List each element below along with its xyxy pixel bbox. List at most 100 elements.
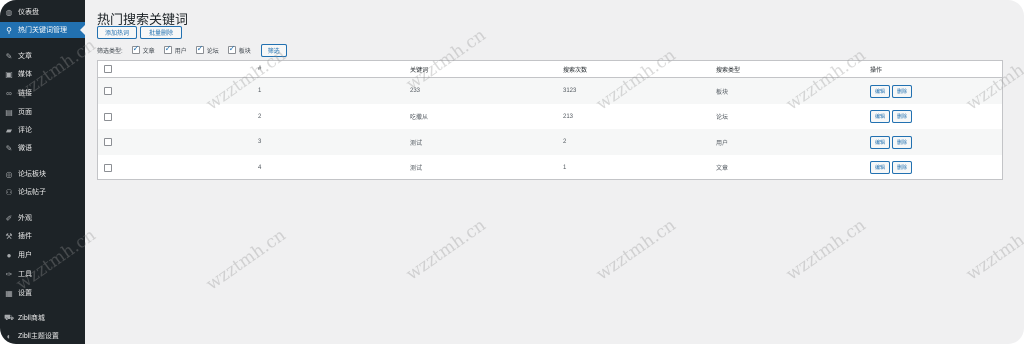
- sidebar-item-label: 媒体: [18, 71, 32, 78]
- sidebar-item-label: 论坛帖子: [18, 189, 46, 196]
- sidebar-item-label: 插件: [18, 233, 32, 240]
- sidebar-item-label: 设置: [18, 290, 32, 297]
- sidebar-item-label: 链接: [18, 90, 32, 97]
- table-row: 4 测试 1 文章 编辑 删除: [98, 155, 1002, 180]
- checkbox[interactable]: [131, 44, 140, 54]
- cart-icon: ⛟: [4, 313, 15, 322]
- filter-label: 筛选类型:: [97, 48, 123, 55]
- table-row: 2 吃撒从 213 论坛 编辑 删除: [98, 104, 1002, 129]
- search-icon: ⚲: [6, 25, 12, 35]
- delete-button[interactable]: 删除: [892, 110, 913, 123]
- cell-type: 文章: [716, 166, 729, 172]
- cell-keyword: 吃撒从: [410, 115, 429, 121]
- column-header-keyword: 关键词: [410, 67, 429, 74]
- sidebar-item-label: 热门关键词管理: [18, 27, 67, 34]
- select-all-checkbox[interactable]: [104, 65, 112, 73]
- filter-option-label: 板块: [238, 48, 251, 55]
- sidebar-item[interactable]: ▤ 页面: [0, 104, 85, 120]
- filter-option-article[interactable]: 文章: [131, 44, 155, 55]
- edit-button[interactable]: 编辑: [870, 161, 891, 174]
- sidebar-item-label: Zibll主题设置: [18, 333, 59, 340]
- row-checkbox-cell: [104, 155, 112, 180]
- filter-option-board[interactable]: 板块: [227, 44, 251, 55]
- sidebar-item[interactable]: ◍ 仪表盘: [0, 4, 85, 20]
- cell-actions: 编辑 删除: [870, 129, 914, 155]
- cell-type: 论坛: [716, 115, 729, 121]
- sidebar-item[interactable]: ● 用户: [0, 247, 85, 263]
- row-checkbox-cell: [104, 104, 112, 129]
- cell-keyword: 测试: [410, 140, 423, 147]
- table-row: 1 233 3123 板块 编辑 删除: [98, 78, 1002, 104]
- edit-button[interactable]: 编辑: [870, 110, 891, 123]
- sidebar-item[interactable]: ✐ 外观: [0, 210, 85, 226]
- delete-button[interactable]: 删除: [892, 135, 913, 149]
- column-header-id: #: [258, 66, 262, 72]
- users-icon: ⚇: [5, 187, 13, 197]
- row-checkbox[interactable]: [104, 112, 112, 121]
- checkbox[interactable]: [163, 44, 172, 54]
- sidebar-item[interactable]: ⚒ 插件: [0, 228, 85, 244]
- checkbox[interactable]: [195, 44, 204, 54]
- row-checkbox[interactable]: [104, 87, 112, 95]
- cell-type: 用户: [716, 140, 729, 147]
- sidebar-item[interactable]: ◎ 论坛板块: [0, 166, 85, 182]
- link-icon: ∞: [6, 88, 12, 98]
- filter-button[interactable]: 筛选: [260, 43, 287, 57]
- forum-icon: ◎: [5, 169, 13, 179]
- sidebar-item-label: 外观: [18, 215, 32, 222]
- cell-count: 3123: [563, 88, 577, 94]
- sidebar-item[interactable]: ✎ 文章: [0, 48, 85, 64]
- plugin-icon: ⚒: [5, 231, 13, 241]
- filter-option-forum[interactable]: 论坛: [195, 44, 219, 55]
- edit-button[interactable]: 编辑: [870, 135, 891, 149]
- sidebar-item-label: 微语: [18, 145, 32, 152]
- cell-actions: 编辑 删除: [870, 155, 914, 180]
- cell-id: 4: [258, 164, 262, 171]
- sidebar-item-label: 仪表盘: [18, 9, 39, 16]
- filter-option-label: 论坛: [206, 48, 219, 55]
- cell-id: 2: [258, 113, 262, 120]
- filter-option-label: 用户: [174, 48, 187, 55]
- pin-icon: ✎: [5, 51, 13, 61]
- checkbox[interactable]: [227, 44, 236, 54]
- row-checkbox[interactable]: [104, 163, 112, 172]
- column-header-actions: 操作: [870, 67, 883, 74]
- sidebar-item[interactable]: ⚇ 论坛帖子: [0, 184, 85, 200]
- cell-count: 2: [563, 139, 567, 145]
- cell-count: 213: [563, 113, 574, 120]
- cell-actions: 编辑 删除: [870, 78, 914, 104]
- row-checkbox-cell: [104, 78, 112, 104]
- theme-icon: ◐: [6, 331, 12, 341]
- pin-icon: ✎: [5, 143, 13, 153]
- filter-option-user[interactable]: 用户: [163, 44, 187, 55]
- sidebar-item[interactable]: ✑ 工具: [0, 266, 85, 282]
- delete-button[interactable]: 删除: [892, 84, 913, 98]
- sidebar-item-label: 页面: [18, 109, 32, 116]
- sidebar-item[interactable]: ⚲ 热门关键词管理: [0, 22, 85, 38]
- sidebar-item-label: 评论: [18, 127, 32, 134]
- sidebar-item-label: 文章: [18, 53, 32, 60]
- edit-button[interactable]: 编辑: [870, 84, 891, 98]
- cell-keyword: 233: [410, 88, 421, 94]
- bulk-delete-button[interactable]: 批量删除: [140, 26, 182, 39]
- add-keyword-button[interactable]: 添加热词: [97, 26, 137, 39]
- delete-button[interactable]: 删除: [892, 161, 913, 174]
- sidebar-item-label: 工具: [18, 271, 32, 278]
- row-checkbox-cell: [104, 129, 112, 155]
- sidebar-item[interactable]: ✎ 微语: [0, 140, 85, 156]
- sidebar-item[interactable]: ▦ 设置: [0, 285, 85, 301]
- media-icon: ▣: [5, 69, 13, 79]
- sidebar-item[interactable]: ⛟ Zibll商城: [0, 310, 85, 326]
- sidebar-item[interactable]: ∞ 链接: [0, 85, 85, 101]
- user-icon: ●: [6, 250, 12, 260]
- dashboard-icon: ◍: [5, 7, 13, 17]
- sidebar-item[interactable]: ◐ Zibll主题设置: [0, 328, 85, 344]
- sidebar-item-label: 用户: [18, 252, 32, 259]
- row-checkbox[interactable]: [104, 138, 112, 146]
- sidebar-item[interactable]: ▣ 媒体: [0, 66, 85, 82]
- column-header-type: 搜索类型: [716, 67, 741, 74]
- cell-type: 板块: [716, 89, 729, 96]
- tools-icon: ✑: [5, 269, 13, 279]
- select-all-checkbox-cell: [104, 61, 112, 77]
- sidebar-item[interactable]: ▰ 评论: [0, 122, 85, 138]
